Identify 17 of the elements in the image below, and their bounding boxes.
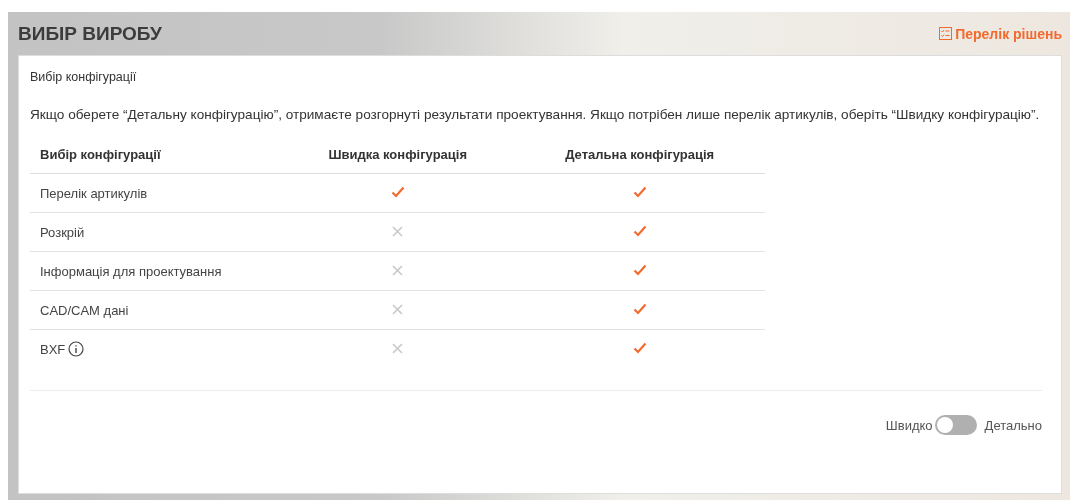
row-label: BXF (40, 341, 66, 357)
column-header: Швидка конфігурація (281, 136, 515, 174)
row-label: Перелік артикулів (40, 185, 148, 201)
toggle-label: Швидко (885, 417, 933, 433)
column-header: Вибір конфігурації (30, 136, 281, 174)
toggle-label: Детально (984, 417, 1042, 433)
solutions-list-link[interactable]: Перелік рішень (939, 25, 1062, 42)
page-title: ВИБІР ВИРОБУ (18, 22, 162, 45)
column-header: Детальна конфігурація (514, 136, 765, 174)
card-subtitle: Вибір конфігурації (30, 70, 138, 84)
row-label: CAD/CAM дані (40, 302, 129, 318)
description-text: Якщо оберете “Детальну конфігурацію”, отримаєте розгорнуті результати проектування. Якщо потрібен лише перелік артикулів, оберіть “Швидку конфігурацію”. (30, 106, 1041, 124)
checklist-icon (939, 27, 953, 40)
row-label: Інформація для проектування (40, 263, 222, 279)
info-icon[interactable] (68, 341, 85, 357)
mode-toggle[interactable] (934, 415, 977, 435)
row-label: Розкрій (40, 224, 85, 240)
